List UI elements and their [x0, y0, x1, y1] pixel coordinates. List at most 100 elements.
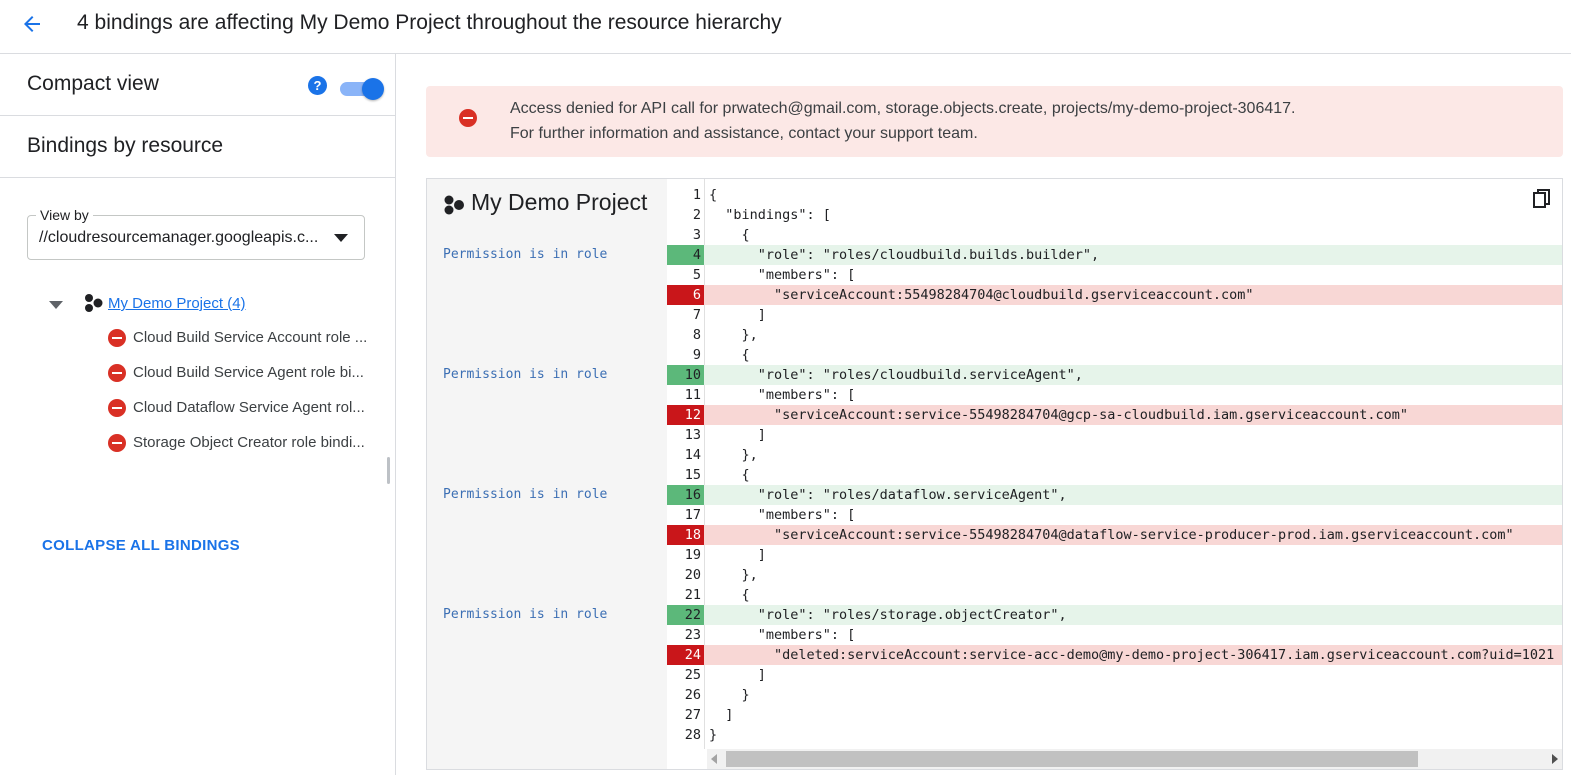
deny-circle-icon	[108, 434, 126, 452]
code-text: }	[709, 687, 750, 703]
line-number: 7	[692, 307, 701, 323]
tree-binding-item[interactable]: Cloud Dataflow Service Agent rol...	[108, 396, 378, 420]
sidebar-scrollbar[interactable]	[387, 457, 390, 484]
code-line: 6 "serviceAccount:55498284704@cloudbuild…	[667, 285, 1562, 305]
arrow-left-icon	[24, 16, 40, 32]
tree-binding-item[interactable]: Cloud Build Service Account role ...	[108, 326, 378, 350]
line-number: 18	[667, 525, 704, 545]
tree-expand-toggle-icon[interactable]	[49, 301, 63, 309]
line-number: 10	[667, 365, 704, 385]
code-line: 8 },	[667, 325, 1562, 345]
view-by-label: View by	[36, 207, 93, 223]
code-line: 1{	[667, 185, 1562, 205]
horizontal-scrollbar[interactable]	[707, 749, 1562, 769]
code-text: ]	[709, 707, 734, 723]
code-line: 24 "deleted:serviceAccount:service-acc-d…	[667, 645, 1562, 665]
code-line: 7 ]	[667, 305, 1562, 325]
project-hexagon-icon	[85, 294, 103, 312]
line-number: 14	[684, 447, 701, 463]
code-text: },	[709, 447, 758, 463]
line-number: 21	[684, 587, 701, 603]
code-line: 13 ]	[667, 425, 1562, 445]
scrollbar-thumb[interactable]	[726, 751, 1418, 767]
code-line: 16 "role": "roles/dataflow.serviceAgent"…	[667, 485, 1562, 505]
panel-title: My Demo Project	[471, 189, 648, 215]
code-text: {	[709, 467, 750, 483]
back-button[interactable]	[18, 10, 46, 38]
tree-binding-label: Cloud Build Service Agent role bi...	[133, 364, 364, 381]
annotation-column: My Demo Project Permission is in role Per…	[427, 179, 667, 769]
line-number: 25	[684, 667, 701, 683]
line-number: 13	[684, 427, 701, 443]
tree-binding-item[interactable]: Storage Object Creator role bindi...	[108, 431, 378, 455]
bindings-by-resource-header: Bindings by resource	[0, 116, 395, 178]
copy-icon[interactable]	[1533, 189, 1551, 209]
line-number: 26	[684, 687, 701, 703]
tree-binding-item[interactable]: Cloud Build Service Agent role bi...	[108, 361, 378, 385]
code-text: "serviceAccount:service-55498284704@data…	[709, 527, 1514, 543]
line-number: 22	[667, 605, 704, 625]
scroll-right-arrow-icon[interactable]	[1552, 754, 1558, 764]
deny-circle-icon	[108, 364, 126, 382]
code-text: ]	[709, 667, 766, 683]
scroll-left-arrow-icon[interactable]	[711, 754, 717, 764]
code-text: },	[709, 327, 758, 343]
code-line: 27 ]	[667, 705, 1562, 725]
code-text: {	[709, 187, 718, 203]
code-text: ]	[709, 307, 766, 323]
code-line: 17 "members": [	[667, 505, 1562, 525]
alert-help-text: For further information and assistance, …	[510, 125, 978, 142]
code-text: "members": [	[709, 267, 856, 283]
collapse-all-bindings-button[interactable]: COLLAPSE ALL BINDINGS	[42, 537, 240, 554]
code-line: 15 {	[667, 465, 1562, 485]
code-text: "bindings": [	[709, 207, 831, 223]
project-hexagon-icon	[444, 195, 464, 215]
line-number: 27	[684, 707, 701, 723]
code-text: "role": "roles/storage.objectCreator",	[709, 607, 1067, 623]
line-number: 28	[684, 727, 701, 743]
code-text: "role": "roles/cloudbuild.builds.builder…	[709, 247, 1100, 263]
view-by-select[interactable]: View by //cloudresourcemanager.googleapi…	[27, 207, 365, 260]
code-text: "serviceAccount:service-55498284704@gcp-…	[709, 407, 1408, 423]
line-number: 17	[684, 507, 701, 523]
code-text: "role": "roles/dataflow.serviceAgent",	[709, 487, 1067, 503]
policy-code-panel: My Demo Project Permission is in role Per…	[426, 178, 1563, 770]
code-line: 12 "serviceAccount:service-55498284704@g…	[667, 405, 1562, 425]
code-line: 18 "serviceAccount:service-55498284704@d…	[667, 525, 1562, 545]
page-title: 4 bindings are affecting My Demo Project…	[77, 11, 782, 34]
line-number: 8	[692, 327, 701, 343]
line-number: 4	[667, 245, 704, 265]
code-line: 20 },	[667, 565, 1562, 585]
alert-message: Access denied for API call for prwatech@…	[510, 100, 1296, 117]
bindings-by-resource-label: Bindings by resource	[27, 134, 224, 157]
line-number: 11	[684, 387, 701, 403]
code-text: "serviceAccount:55498284704@cloudbuild.g…	[709, 287, 1254, 303]
tree-binding-label: Storage Object Creator role bindi...	[133, 434, 365, 451]
permission-annotation: Permission is in role	[443, 487, 608, 502]
code-text: ]	[709, 427, 766, 443]
code-line: 23 "members": [	[667, 625, 1562, 645]
access-denied-alert: Access denied for API call for prwatech@…	[426, 86, 1563, 157]
permission-annotation: Permission is in role	[443, 607, 608, 622]
code-text: "members": [	[709, 387, 856, 403]
line-number: 16	[667, 485, 704, 505]
compact-view-label: Compact view	[27, 72, 159, 95]
line-number: 23	[684, 627, 701, 643]
compact-view-toggle[interactable]	[340, 78, 384, 100]
code-text: {	[709, 227, 750, 243]
line-number: 5	[692, 267, 701, 283]
code-line: 10 "role": "roles/cloudbuild.serviceAgen…	[667, 365, 1562, 385]
code-line: 5 "members": [	[667, 265, 1562, 285]
code-line: 21 {	[667, 585, 1562, 605]
code-line: 4 "role": "roles/cloudbuild.builds.build…	[667, 245, 1562, 265]
code-text: {	[709, 587, 750, 603]
deny-circle-icon	[459, 109, 477, 127]
toggle-knob	[362, 78, 384, 100]
code-line: 19 ]	[667, 545, 1562, 565]
permission-annotation: Permission is in role	[443, 367, 608, 382]
tree-project-link[interactable]: My Demo Project (4)	[108, 295, 246, 312]
dropdown-arrow-icon	[334, 234, 348, 242]
code-line: 3 {	[667, 225, 1562, 245]
help-circle-icon[interactable]: ?	[308, 76, 327, 95]
deny-circle-icon	[108, 329, 126, 347]
